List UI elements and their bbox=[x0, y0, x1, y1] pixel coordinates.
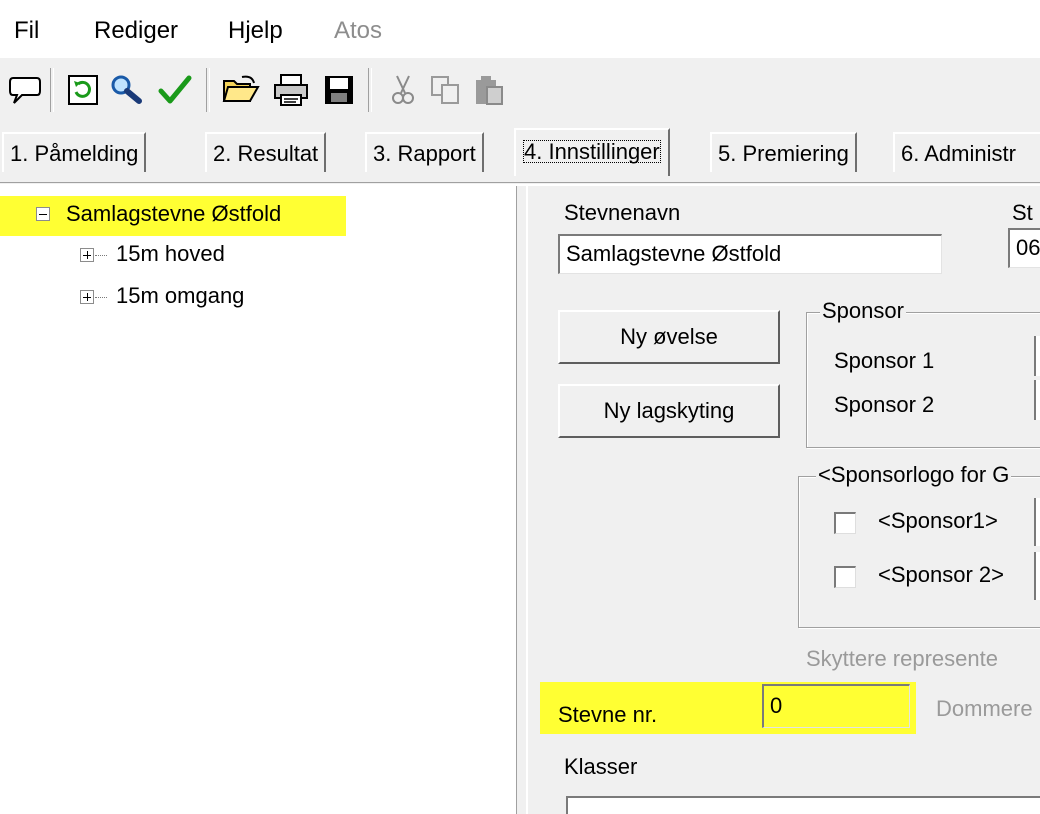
tree-root-samlagstevne[interactable]: Samlagstevne Østfold bbox=[66, 200, 281, 228]
tree-item-15m-hoved[interactable]: 15m hoved bbox=[116, 240, 225, 268]
stevne-nr-input[interactable]: 0 bbox=[762, 684, 910, 728]
expand-icon[interactable] bbox=[80, 248, 94, 262]
tree-item-15m-omgang[interactable]: 15m omgang bbox=[116, 282, 244, 310]
skyttere-label: Skyttere represente bbox=[806, 646, 998, 671]
tab-pamelding[interactable]: 1. Påmelding bbox=[2, 132, 147, 172]
toolbar-separator bbox=[206, 68, 210, 112]
paste-icon[interactable] bbox=[466, 66, 512, 114]
sponsor-group bbox=[806, 312, 1040, 448]
tab-premiering[interactable]: 5. Premiering bbox=[710, 132, 857, 172]
st-label: St bbox=[1012, 200, 1033, 225]
tree-connector bbox=[95, 297, 107, 298]
menu-atos[interactable]: Atos bbox=[334, 16, 382, 46]
logo-sponsor1-label: <Sponsor1> bbox=[878, 508, 998, 533]
expand-icon[interactable] bbox=[80, 290, 94, 304]
logo-sponsor2-label: <Sponsor 2> bbox=[878, 562, 1004, 587]
tab-label: 4. Innstillinger bbox=[522, 139, 661, 164]
refresh-icon[interactable] bbox=[60, 66, 106, 114]
tab-rapport[interactable]: 3. Rapport bbox=[365, 132, 484, 172]
sponsor1-input[interactable] bbox=[1034, 336, 1040, 376]
checkmark-icon[interactable] bbox=[152, 66, 198, 114]
toolbar-separator bbox=[368, 68, 372, 112]
tab-label: 5. Premiering bbox=[718, 141, 849, 166]
collapse-icon[interactable] bbox=[36, 207, 50, 221]
tab-divider bbox=[0, 182, 1040, 183]
stevnenavn-label: Stevnenavn bbox=[564, 200, 681, 225]
search-icon[interactable] bbox=[104, 66, 150, 114]
stevnenavn-input[interactable]: Samlagstevne Østfold bbox=[558, 234, 942, 274]
sponsor2-input[interactable] bbox=[1034, 380, 1040, 420]
button-label: Ny lagskyting bbox=[603, 398, 735, 423]
logo-sponsor2-input[interactable] bbox=[1034, 552, 1040, 600]
logo-sponsor1-checkbox[interactable] bbox=[834, 512, 856, 534]
klasser-label: Klasser bbox=[564, 754, 638, 779]
copy-icon[interactable] bbox=[422, 66, 468, 114]
settings-panel: Stevnenavn Samlagstevne Østfold St 06 Ny… bbox=[526, 186, 1040, 814]
cut-icon[interactable] bbox=[380, 66, 426, 114]
ny-lagskyting-button[interactable]: Ny lagskyting bbox=[558, 384, 780, 438]
logo-sponsor1-input[interactable] bbox=[1034, 498, 1040, 546]
st-input[interactable]: 06 bbox=[1008, 228, 1040, 268]
tab-label: 3. Rapport bbox=[373, 141, 476, 166]
tab-label: 6. Administr bbox=[901, 141, 1016, 166]
tab-resultat[interactable]: 2. Resultat bbox=[205, 132, 327, 172]
klasser-list[interactable] bbox=[566, 796, 1040, 814]
tab-administrasjon[interactable]: 6. Administr bbox=[893, 132, 1040, 172]
sponsor1-label: Sponsor 1 bbox=[834, 348, 935, 373]
event-tree: Samlagstevne Østfold 15m hoved 15m omgan… bbox=[0, 186, 516, 814]
tree-connector bbox=[95, 255, 107, 256]
menu-hjelp[interactable]: Hjelp bbox=[228, 16, 283, 46]
button-label: Ny øvelse bbox=[620, 324, 718, 349]
menu-bar: Fil Rediger Hjelp Atos bbox=[0, 0, 1040, 58]
menu-rediger[interactable]: Rediger bbox=[94, 16, 178, 46]
tab-label: 2. Resultat bbox=[213, 141, 319, 166]
tab-strip: 1. Påmelding 2. Resultat 3. Rapport 4. I… bbox=[0, 128, 1040, 184]
save-icon[interactable] bbox=[316, 66, 362, 114]
splitter[interactable] bbox=[516, 186, 526, 814]
toolbar-separator bbox=[50, 68, 54, 112]
stevne-nr-label: Stevne nr. bbox=[558, 702, 658, 727]
tab-innstillinger[interactable]: 4. Innstillinger bbox=[514, 128, 670, 176]
tab-label: 1. Påmelding bbox=[10, 141, 139, 166]
open-folder-icon[interactable] bbox=[218, 66, 264, 114]
print-icon[interactable] bbox=[268, 66, 314, 114]
sponsor2-label: Sponsor 2 bbox=[834, 392, 935, 417]
ny-ovelse-button[interactable]: Ny øvelse bbox=[558, 310, 780, 364]
dommere-label: Dommere bbox=[936, 696, 1033, 721]
speech-bubble-icon[interactable] bbox=[2, 66, 48, 114]
sponsor-group-title: Sponsor bbox=[820, 298, 906, 324]
menu-fil[interactable]: Fil bbox=[14, 16, 39, 46]
toolbar bbox=[0, 58, 1040, 128]
sponsorlogo-group bbox=[798, 476, 1040, 628]
logo-sponsor2-checkbox[interactable] bbox=[834, 566, 856, 588]
sponsorlogo-group-title: <Sponsorlogo for G bbox=[816, 462, 1012, 488]
